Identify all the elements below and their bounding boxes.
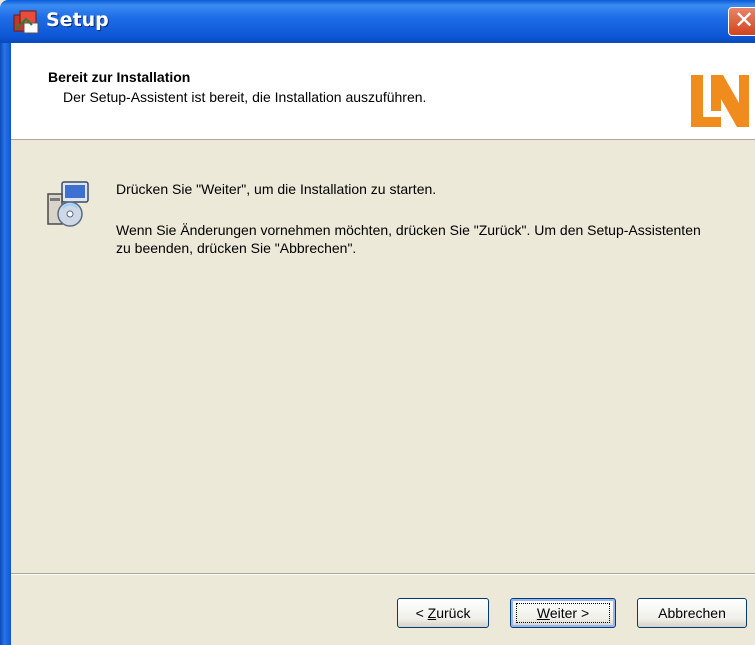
button-separator: [11, 573, 755, 575]
back-button-prefix: <: [415, 605, 428, 621]
cancel-button-label: Abbrechen: [658, 605, 726, 621]
title-bar[interactable]: Setup ✕: [0, 0, 755, 43]
ln-logo: LN: [691, 75, 749, 127]
next-button[interactable]: Weiter >: [510, 598, 616, 628]
header-title: Bereit zur Installation: [48, 69, 191, 85]
back-button[interactable]: < Zurück: [397, 598, 489, 628]
setup-app-icon: [13, 10, 39, 34]
wizard-body: Drücken Sie "Weiter", um die Installatio…: [11, 140, 755, 572]
cancel-button[interactable]: Abbrechen: [637, 598, 747, 628]
window-title: Setup: [46, 9, 109, 31]
hint-text: Wenn Sie Änderungen vornehmen möchten, d…: [116, 222, 701, 256]
back-button-mnemonic: Z: [427, 605, 437, 621]
header-subtitle: Der Setup-Assistent ist bereit, die Inst…: [63, 89, 427, 105]
instruction-text: Drücken Sie "Weiter", um die Installatio…: [116, 181, 437, 197]
close-icon: ✕: [734, 6, 755, 34]
installer-icon: [47, 181, 89, 227]
window-frame-left: [0, 43, 11, 645]
back-button-label: urück: [436, 605, 471, 621]
focus-rectangle: [516, 603, 610, 623]
close-button[interactable]: ✕: [728, 6, 755, 36]
wizard-header: Bereit zur Installation Der Setup-Assist…: [11, 43, 755, 140]
